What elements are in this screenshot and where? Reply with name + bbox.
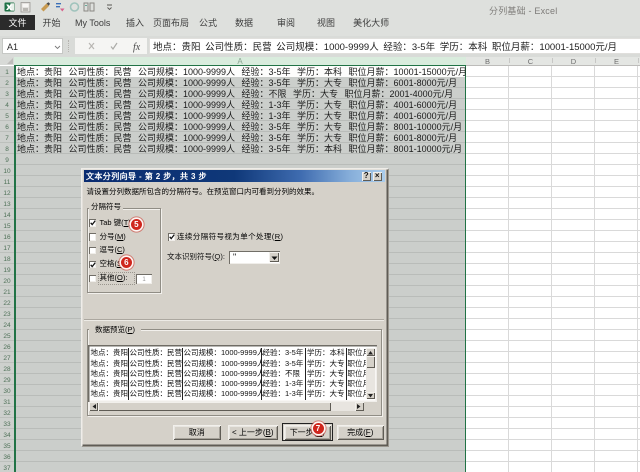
svg-text:fx: fx <box>133 42 141 53</box>
